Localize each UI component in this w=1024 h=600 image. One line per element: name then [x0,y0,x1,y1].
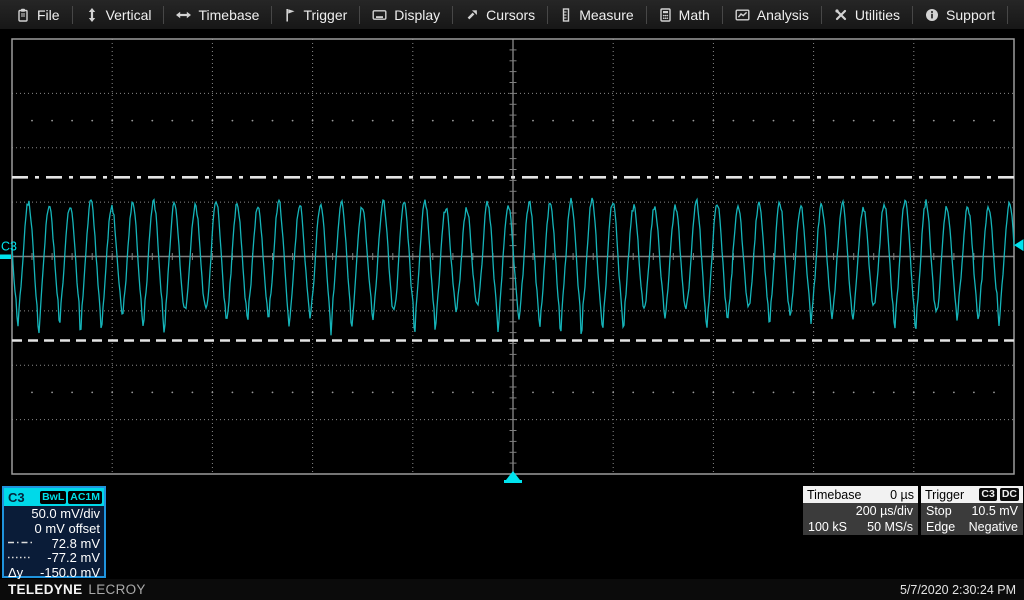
trigger-title: Trigger [925,488,964,502]
menu-item-file[interactable]: File [4,0,72,29]
sample-count: 100 kS [808,520,847,534]
timebase-header: Timebase 0 µs [803,486,918,503]
delta-value: -150.0 mV [23,565,100,580]
channel-marker-label: C3 [1,240,17,254]
channel-zero-marker[interactable] [0,255,11,260]
timebase-title: Timebase [807,488,861,502]
menu-item-label: Analysis [757,7,809,23]
menu-item-label: Utilities [855,7,900,23]
trigger-level: 10.5 mV [952,504,1018,518]
calculator-icon [659,8,672,22]
menu-item-analysis[interactable]: Analysis [723,0,821,29]
menu-item-math[interactable]: Math [647,0,722,29]
coupling-badge: AC1M [68,491,102,504]
dash-dot-cursor-icon [8,540,32,545]
trigger-source-badge: C3 [979,488,996,501]
menu-separator [1007,6,1008,24]
menu-item-timebase[interactable]: Timebase [164,0,271,29]
menu-item-utilities[interactable]: Utilities [822,0,912,29]
menu-item-label: Support [946,7,995,23]
trigger-box[interactable]: Trigger C3 DC Stop 10.5 mV Edge Negative [921,486,1023,535]
menu-item-label: Timebase [198,7,259,23]
menu-item-label: Display [394,7,440,23]
info-icon [925,8,939,22]
trigger-type: Edge [926,520,955,534]
menu-item-cursors[interactable]: Cursors [453,0,547,29]
flag-icon [284,8,296,22]
menu-item-label: Cursors [486,7,535,23]
trigger-coupling-badge: DC [1000,488,1019,501]
menu-item-vertical[interactable]: Vertical [73,0,164,29]
channel-c3-box[interactable]: C3 BwL AC1M 50.0 mV/div 0 mV offset 72.8… [2,486,106,578]
timebase-sampling-row: 100 kS 50 MS/s [803,519,918,535]
channel-scale-row: 50.0 mV/div [4,506,104,521]
trigger-type-row: Edge Negative [921,519,1023,535]
menu-item-trigger[interactable]: Trigger [272,0,359,29]
clock: 5/7/2020 2:30:24 PM [900,583,1016,597]
cursor2-value: -77.2 mV [32,550,100,565]
menu-item-measure[interactable]: Measure [548,0,645,29]
bandwidth-limit-badge: BwL [40,491,66,504]
trigger-slope: Negative [955,520,1018,534]
menu-item-label: Trigger [303,7,347,23]
timebase-scale-row: 200 µs/div [803,503,918,519]
menu-item-label: Math [679,7,710,23]
chart-icon [735,8,750,22]
vertical-arrows-icon [85,8,99,22]
volts-per-div: 50.0 mV/div [8,506,100,521]
pointer-arrow-icon [465,8,479,22]
channel-name: C3 [8,490,25,505]
timebase-box[interactable]: Timebase 0 µs 200 µs/div 100 kS 50 MS/s [803,486,918,535]
timebase-delay: 0 µs [890,488,914,502]
ruler-icon [560,8,572,22]
trigger-level-marker[interactable] [1014,239,1024,251]
menu-item-label: Measure [579,7,633,23]
menu-item-label: Vertical [106,7,152,23]
menu-item-label: File [37,7,60,23]
cursor1-value: 72.8 mV [32,536,100,551]
delta-row: Δy -150.0 mV [4,565,104,580]
menu-item-display[interactable]: Display [360,0,452,29]
delta-label: Δy [8,565,23,580]
monitor-icon [372,8,387,22]
brand-logo: TELEDYNE [8,582,82,597]
file-icon [16,8,30,22]
tools-icon [834,8,848,22]
time-per-div: 200 µs/div [808,504,913,518]
scope-display[interactable]: C3 [0,30,1024,484]
trigger-time-marker[interactable] [506,471,520,480]
menu-bar: File Vertical Timebase Trigger Display C… [0,0,1024,30]
cursor1-row: 72.8 mV [4,536,104,551]
horizontal-arrows-icon [176,8,191,22]
status-bar: TELEDYNE LECROY 5/7/2020 2:30:24 PM [0,579,1024,600]
sample-rate: 50 MS/s [847,520,913,534]
channel-c3-header: C3 BwL AC1M [4,488,104,506]
trigger-mode-row: Stop 10.5 mV [921,503,1023,519]
channel-offset-row: 0 mV offset [4,521,104,536]
cursor2-row: -77.2 mV [4,550,104,565]
menu-item-support[interactable]: Support [913,0,1007,29]
trigger-header: Trigger C3 DC [921,486,1023,503]
offset-value: 0 mV offset [8,521,100,536]
brand-logo-secondary: LECROY [88,582,145,597]
trigger-mode: Stop [926,504,952,518]
dotted-cursor-icon [8,555,32,560]
